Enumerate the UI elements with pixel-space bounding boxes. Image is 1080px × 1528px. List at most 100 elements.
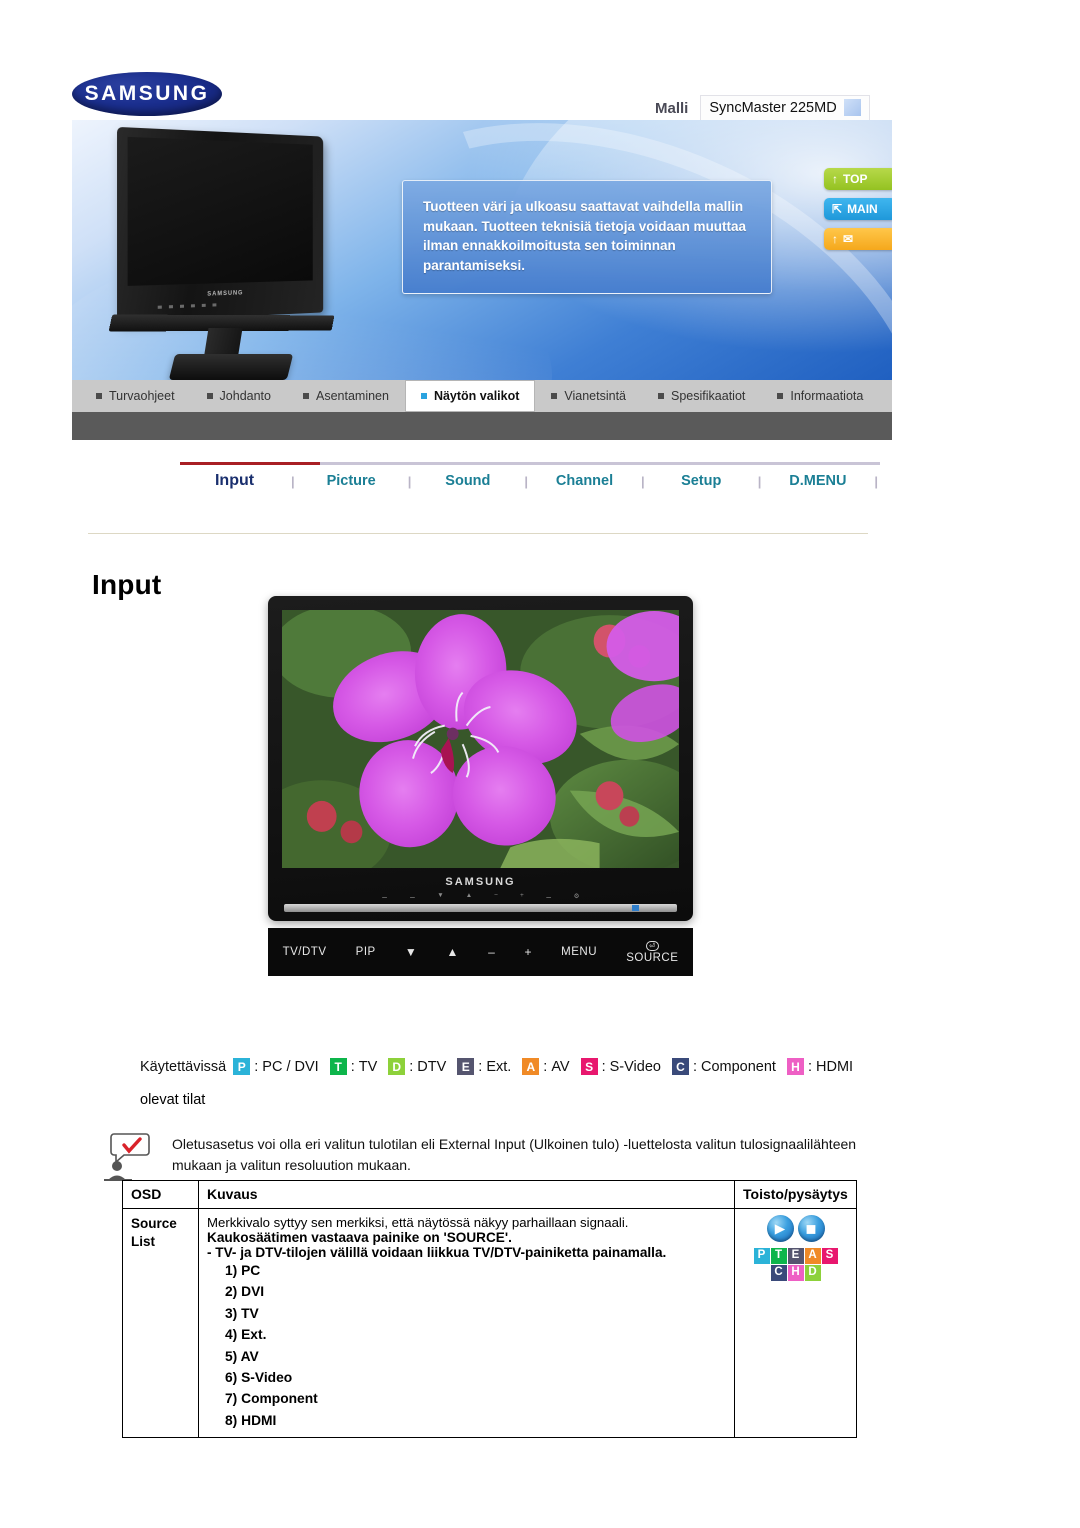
arrow-up-icon-2: ↑ xyxy=(832,232,838,246)
chevron-down-icon: ▼ xyxy=(404,945,418,959)
play-icon[interactable]: ▶ xyxy=(766,1215,794,1242)
arrow-turn-icon: ⇱ xyxy=(832,202,843,216)
tab-johdanto[interactable]: Johdanto xyxy=(191,380,287,412)
badge-t-icon: T xyxy=(770,1248,787,1264)
availability-legend: Käytettävissä P : PC / DVI T : TV D : DT… xyxy=(140,1058,864,1075)
list-item: 2) DVI xyxy=(225,1284,265,1300)
monitor-bottom-bar xyxy=(284,904,677,912)
legend-entry-svideo: S : S-Video xyxy=(580,1058,661,1075)
tab-spesifikaatiot[interactable]: Spesifikaatiot xyxy=(642,380,761,412)
legend-text: Ext. xyxy=(486,1058,512,1075)
badge-row-2: C H D xyxy=(770,1265,821,1281)
legend-text: S-Video xyxy=(609,1058,661,1075)
badge-p-icon: P xyxy=(233,1058,251,1075)
legend-text: TV xyxy=(358,1058,378,1075)
product-monitor-image: SAMSUNG ⚊ ⚊ ▼ ▲ − + ⚊ ⚙ xyxy=(268,596,693,921)
key-pip[interactable]: PIP xyxy=(356,946,376,958)
tab-label: Johdanto xyxy=(219,389,271,403)
tab-label: Spesifikaatiot xyxy=(671,389,746,403)
model-bar: Malli SyncMaster 225MD xyxy=(655,95,870,121)
model-value-box: SyncMaster 225MD xyxy=(700,95,870,121)
key-up[interactable]: ▲ xyxy=(446,945,458,959)
key-tvdtv[interactable]: TV/DTV xyxy=(283,946,327,958)
submenu-item-picture[interactable]: Picture xyxy=(297,473,406,489)
tab-vianetsinta[interactable]: Vianetsintä xyxy=(535,380,642,412)
legend-colon: : xyxy=(601,1058,606,1075)
submenu-item-channel[interactable]: Channel xyxy=(530,473,639,489)
header-osd: OSD xyxy=(122,1180,199,1209)
legend-entry-tv: T : TV xyxy=(329,1058,378,1075)
cell-playback-controls: ▶ ◼ P T E A S C H D xyxy=(734,1208,857,1438)
badge-h-icon: H xyxy=(787,1265,804,1281)
submenu-item-dmenu[interactable]: D.MENU xyxy=(763,473,872,489)
key-label: MENU xyxy=(561,946,598,958)
monitor-brand-label: SAMSUNG xyxy=(445,876,516,888)
bullet-icon xyxy=(96,393,102,399)
badge-p-icon: P xyxy=(753,1248,770,1264)
monitor-bezel-keys: ⚊ ⚊ ▼ ▲ − + ⚊ ⚙ xyxy=(381,892,580,900)
page-title: Input xyxy=(92,568,162,600)
main-button[interactable]: ⇱ MAIN xyxy=(824,198,892,220)
badge-e-icon: E xyxy=(787,1248,804,1264)
legend-lead: Käytettävissä xyxy=(140,1058,227,1075)
legend-text: HDMI xyxy=(816,1058,854,1075)
key-source[interactable]: ⏎ SOURCE xyxy=(626,940,678,964)
header-dark-strip xyxy=(72,412,892,440)
key-down[interactable]: ▼ xyxy=(405,945,417,959)
submenu-item-setup[interactable]: Setup xyxy=(647,473,756,489)
mode-badge-grid: P T E A S C H D xyxy=(743,1248,848,1281)
mail-button[interactable]: ↑ ✉ xyxy=(824,228,892,250)
badge-e-icon: E xyxy=(457,1058,475,1075)
banner-side-buttons: ↑ TOP ⇱ MAIN ↑ ✉ xyxy=(824,168,892,250)
tab-turvaohjeet[interactable]: Turvaohjeet xyxy=(80,380,191,412)
key-label: TV/DTV xyxy=(282,946,327,958)
bullet-icon xyxy=(302,393,309,399)
pause-icon[interactable]: ◼ xyxy=(797,1215,825,1242)
note-person-check-icon xyxy=(100,1130,156,1182)
list-item: 3) TV xyxy=(225,1305,259,1321)
bullet-icon xyxy=(658,393,665,399)
legend-colon: : xyxy=(807,1058,812,1075)
badge-s-icon: S xyxy=(821,1248,838,1264)
badge-c-icon: C xyxy=(671,1058,689,1075)
arrow-up-icon: ↑ xyxy=(832,172,838,186)
cell-osd-source-list: Source List xyxy=(122,1208,199,1438)
tab-label: Informaatiota xyxy=(790,389,864,403)
list-item: 8) HDMI xyxy=(225,1412,277,1428)
bullet-icon xyxy=(206,393,213,399)
top-button[interactable]: ↑ TOP xyxy=(824,168,892,190)
main-tab-bar[interactable]: Turvaohjeet Johdanto Asentaminen Näytön … xyxy=(72,380,892,412)
desc-bold-2: - TV- ja DTV-tilojen välillä voidaan lii… xyxy=(207,1245,667,1260)
monitor-control-strip[interactable]: TV/DTV PIP ▼ ▲ – + MENU ⏎ SOURCE xyxy=(268,928,693,976)
key-menu[interactable]: MENU xyxy=(561,946,597,958)
key-plus[interactable]: + xyxy=(524,945,532,959)
legend-text: PC / DVI xyxy=(262,1058,319,1075)
submenu-item-sound[interactable]: Sound xyxy=(413,473,522,489)
banner-monitor-illustration: SAMSUNG xyxy=(108,126,360,380)
tab-naytonvalikot[interactable]: Näytön valikot xyxy=(404,380,536,412)
model-value: SyncMaster 225MD xyxy=(709,99,837,116)
sub-menu[interactable]: Input | Picture | Sound | Channel | Setu… xyxy=(180,472,880,490)
note-text: Oletusasetus voi olla eri valitun tuloti… xyxy=(172,1136,857,1173)
plus-icon: + xyxy=(524,945,532,959)
submenu-item-input[interactable]: Input xyxy=(180,472,289,490)
legend-text: AV xyxy=(551,1058,570,1075)
tab-asentaminen[interactable]: Asentaminen xyxy=(287,380,405,412)
key-minus[interactable]: – xyxy=(488,945,495,959)
legend-entry-av: A : AV xyxy=(522,1058,570,1075)
cell-description: Merkkivalo syttyy sen merkiksi, että näy… xyxy=(198,1208,735,1438)
active-underline xyxy=(180,462,320,465)
tab-informaatiota[interactable]: Informaatiota xyxy=(761,380,879,412)
badge-d-icon: D xyxy=(804,1265,821,1281)
bullet-icon xyxy=(551,393,558,399)
hero-banner: SAMSUNG Tuotteen väri ja ulkoasu saattav… xyxy=(72,120,892,385)
tab-label: Näytön valikot xyxy=(433,389,520,403)
list-item: 6) S-Video xyxy=(225,1369,293,1385)
badge-d-icon: D xyxy=(388,1058,406,1075)
legend-entry-component: C : Component xyxy=(671,1058,776,1075)
monitor-screen xyxy=(282,610,679,868)
legend-entry-dtv: D : DTV xyxy=(388,1058,446,1075)
top-button-label: TOP xyxy=(843,172,868,186)
legend-colon: : xyxy=(350,1058,355,1075)
power-led-icon xyxy=(632,905,639,911)
